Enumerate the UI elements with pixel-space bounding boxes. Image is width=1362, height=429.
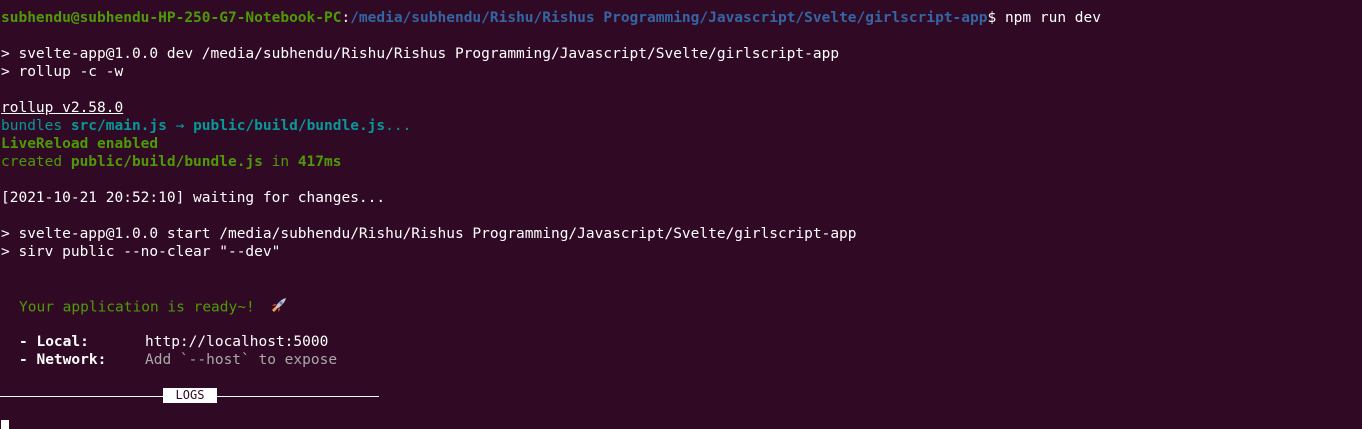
prompt-colon: : xyxy=(341,10,351,26)
logs-label: LOGS xyxy=(163,388,217,403)
local-address-line: - Local: http://localhost:5000 xyxy=(1,333,1348,351)
terminal-output: subhendu@subhendu-HP-250-G7-Notebook-PC:… xyxy=(1,9,1348,429)
prompt-line: subhendu@subhendu-HP-250-G7-Notebook-PC:… xyxy=(1,9,1348,27)
bundle-input: src/main.js xyxy=(70,118,167,134)
ready-text: Your application is ready~! xyxy=(19,299,264,316)
local-url[interactable]: http://localhost:5000 xyxy=(145,334,328,350)
livereload-status: LiveReload enabled xyxy=(1,136,159,152)
logs-divider: LOGS xyxy=(0,387,379,405)
terminal-window[interactable]: { "prompt": { "user_host": "subhendu@sub… xyxy=(0,0,1362,429)
npm-start-command-line: > sirv public --no-clear "--dev" xyxy=(1,244,281,260)
npm-start-script-line: > svelte-app@1.0.0 start /media/subhendu… xyxy=(1,226,857,242)
prompt-symbol: $ xyxy=(987,10,1005,26)
network-label: - Network: xyxy=(19,352,107,368)
build-duration: 417ms xyxy=(297,154,342,170)
created-word: created xyxy=(1,154,71,170)
created-file: public/build/bundle.js xyxy=(70,154,263,170)
waiting-for-changes: [2021-10-21 20:52:10] waiting for change… xyxy=(1,190,386,206)
app-ready-message: Your application is ready~! xyxy=(1,297,1348,318)
rollup-created-line: created public/build/bundle.js in 417ms xyxy=(1,153,1348,171)
prompt-user-host: subhendu@subhendu-HP-250-G7-Notebook-PC xyxy=(1,10,342,26)
local-label: - Local: xyxy=(19,334,89,350)
prompt-path: /media/subhendu/Rishu/Rishus Programming… xyxy=(350,10,988,26)
npm-dev-script-line: > svelte-app@1.0.0 dev /media/subhendu/R… xyxy=(1,46,840,62)
bundle-ellipsis: ... xyxy=(385,118,412,134)
terminal-scrollbar[interactable] xyxy=(1350,0,1362,429)
network-value: Add `--host` to expose xyxy=(145,352,338,368)
bundles-word: bundles xyxy=(1,118,71,134)
arrow-icon: → xyxy=(166,118,194,134)
terminal-cursor xyxy=(1,420,9,429)
prompt-command: npm run dev xyxy=(1004,10,1101,26)
rollup-bundles-line: bundles src/main.js → public/build/bundl… xyxy=(1,117,1348,135)
in-word: in xyxy=(262,154,298,170)
rocket-icon xyxy=(269,297,287,318)
network-address-line: - Network: Add `--host` to expose xyxy=(1,351,1348,369)
npm-dev-command-line: > rollup -c -w xyxy=(1,64,124,80)
rollup-version: rollup v2.58.0 xyxy=(1,100,124,116)
bundle-output: public/build/bundle.js xyxy=(193,118,386,134)
